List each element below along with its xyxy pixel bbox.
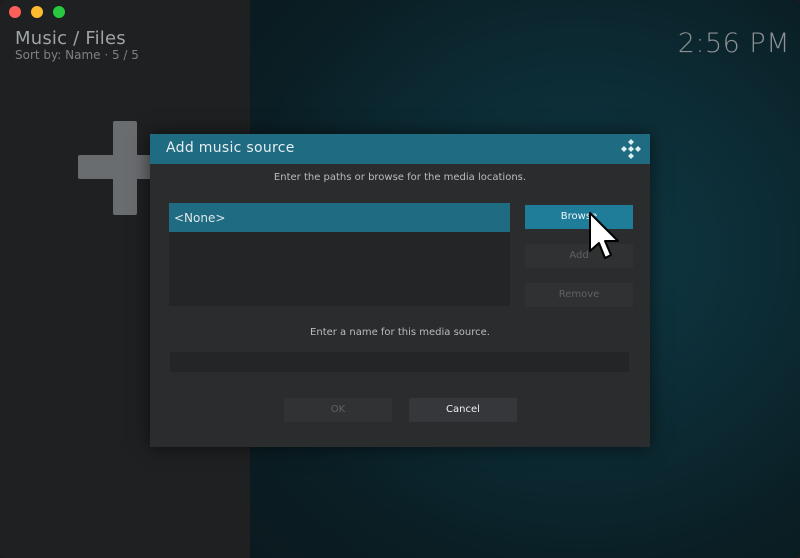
path-label: <None> (174, 211, 226, 225)
window-maximize-button[interactable] (53, 6, 65, 18)
app-window: Music / Files Sort by: Name · 5 / 5 2:56… (0, 0, 800, 558)
source-name-input[interactable] (170, 352, 629, 372)
add-source-dialog: Add music source Enter the paths or brow… (150, 134, 650, 447)
path-list-item[interactable]: <None> (169, 203, 510, 232)
remove-button[interactable]: Remove (525, 283, 633, 307)
path-instructions: Enter the paths or browse for the media … (273, 172, 527, 183)
path-list: <None> (169, 203, 510, 306)
cancel-button[interactable]: Cancel (409, 398, 517, 422)
window-close-button[interactable] (9, 6, 21, 18)
kodi-logo-icon (621, 139, 641, 159)
ok-button[interactable]: OK (284, 398, 392, 422)
clock: 2:56 PM (677, 28, 790, 59)
page-title: Music / Files (15, 28, 126, 49)
sort-info: Sort by: Name · 5 / 5 (15, 48, 139, 62)
dialog-title: Add music source (166, 140, 295, 156)
window-minimize-button[interactable] (31, 6, 43, 18)
name-instructions: Enter a name for this media source. (310, 327, 490, 338)
dialog-header: Add music source (150, 134, 650, 164)
mouse-pointer-icon (589, 212, 619, 259)
